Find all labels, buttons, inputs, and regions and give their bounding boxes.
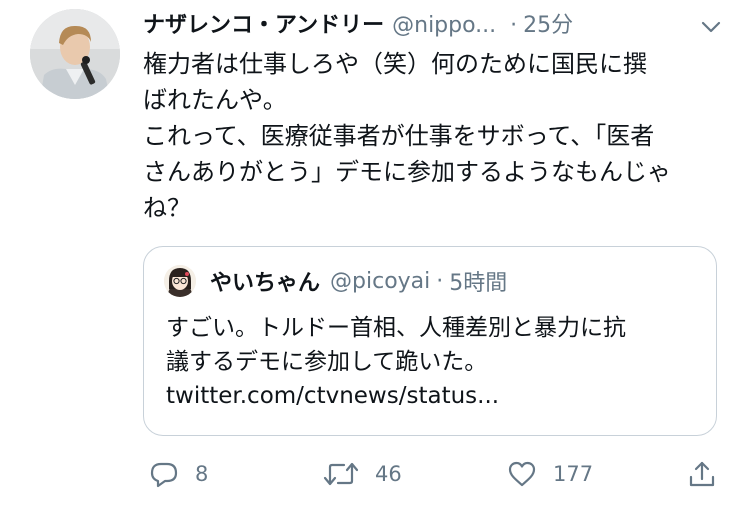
quoted-tweet-link[interactable]: twitter.com/ctvnews/status... — [166, 379, 706, 413]
like-button[interactable]: 177 — [507, 452, 593, 496]
tweet-text: 権力者は仕事しろや（笑）何のために国民に撰 ばれたんや。 これって、医療従事者が… — [143, 46, 723, 226]
quoted-author-avatar-image — [164, 265, 196, 297]
tweet-text-line: さんありがとう」デモに参加するようなもんじゃ — [143, 158, 671, 186]
quoted-tweet[interactable]: やいちゃん @picoyai · 5時間 すごい。トルドー首相、人種差別と暴力に… — [143, 246, 717, 436]
author-handle[interactable]: @nippo... — [392, 8, 496, 44]
quoted-text-line: 議するデモに参加して跪いた。 — [166, 349, 488, 375]
reply-icon — [149, 459, 179, 489]
like-count: 177 — [553, 462, 594, 486]
header-separator: · — [510, 13, 518, 38]
tweet-header: ナザレンコ・アンドリー @nippo... · 25分 — [143, 8, 733, 44]
author-avatar[interactable] — [30, 9, 120, 99]
quoted-header-separator: · — [436, 268, 444, 294]
quoted-tweet-timestamp[interactable]: 5時間 — [449, 265, 507, 297]
retweet-button[interactable]: 46 — [323, 452, 402, 496]
tweet-text-line: ね？ — [143, 194, 191, 222]
quoted-tweet-text: すごい。トルドー首相、人種差別と暴力に抗 議するデモに参加して跪いた。 twit… — [166, 311, 706, 413]
tweet-actions: 8 46 177 — [143, 452, 733, 496]
tweet-text-line: これって、医療従事者が仕事をサボって、「医者 — [143, 122, 655, 150]
retweet-count: 46 — [375, 462, 402, 486]
author-display-name[interactable]: ナザレンコ・アンドリー — [143, 8, 384, 44]
share-icon — [687, 459, 717, 489]
retweet-icon — [323, 459, 359, 489]
chevron-down-icon[interactable] — [700, 16, 722, 38]
tweet-timestamp[interactable]: 25分 — [523, 8, 573, 44]
heart-icon — [507, 459, 537, 489]
tweet-text-line: ばれたんや。 — [143, 86, 287, 114]
quoted-tweet-header: やいちゃん @picoyai · 5時間 — [210, 263, 507, 299]
tweet-text-line: 権力者は仕事しろや（笑）何のために国民に撰 — [143, 50, 647, 78]
author-avatar-image — [30, 9, 120, 99]
quoted-author-handle[interactable]: @picoyai — [330, 269, 430, 294]
quoted-text-line: すごい。トルドー首相、人種差別と暴力に抗 — [166, 315, 626, 341]
reply-button[interactable]: 8 — [149, 452, 208, 496]
share-button[interactable] — [687, 452, 717, 496]
quoted-author-display-name[interactable]: やいちゃん — [210, 265, 320, 297]
tweet[interactable]: ナザレンコ・アンドリー @nippo... · 25分 権力者は仕事しろや（笑）… — [0, 0, 750, 506]
reply-count: 8 — [195, 462, 209, 486]
quoted-author-avatar[interactable] — [164, 265, 196, 297]
